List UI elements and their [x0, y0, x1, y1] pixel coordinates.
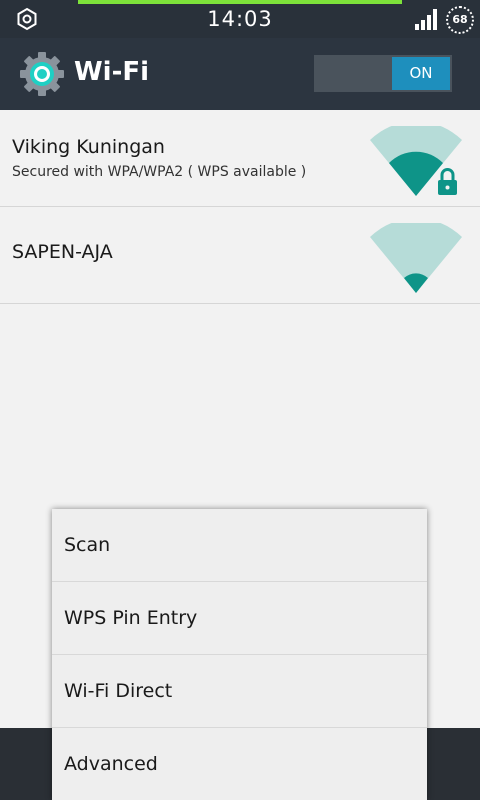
battery-indicator: 68	[446, 6, 474, 34]
menu-item-wifi-direct[interactable]: Wi-Fi Direct	[52, 655, 427, 728]
page-title: Wi-Fi	[74, 57, 150, 87]
status-bar: 14:03 68	[0, 0, 480, 38]
menu-item-wps-pin-entry[interactable]: WPS Pin Entry	[52, 582, 427, 655]
menu-item-advanced[interactable]: Advanced	[52, 728, 427, 800]
status-time: 14:03	[207, 7, 273, 31]
signal-icon	[415, 9, 437, 30]
action-bar: Wi-Fi ON	[0, 38, 480, 110]
wifi-settings-gear-icon	[20, 52, 64, 96]
menu-item-scan[interactable]: Scan	[52, 509, 427, 582]
wifi-signal-icon	[370, 223, 462, 293]
network-item-viking-kuningan[interactable]: Viking Kuningan Secured with WPA/WPA2 ( …	[0, 110, 480, 207]
network-name: SAPEN-AJA	[12, 241, 113, 263]
wifi-signal-locked-icon	[370, 126, 462, 196]
network-item-sapen-aja[interactable]: SAPEN-AJA	[0, 207, 480, 304]
overflow-menu: Scan WPS Pin Entry Wi-Fi Direct Advanced	[52, 509, 427, 800]
wifi-toggle[interactable]: ON	[314, 55, 452, 92]
network-name: Viking Kuningan	[12, 136, 165, 158]
status-progress-bar	[78, 0, 402, 4]
network-status: Secured with WPA/WPA2 ( WPS available )	[12, 164, 307, 180]
network-list: Viking Kuningan Secured with WPA/WPA2 ( …	[0, 110, 480, 304]
toggle-on-label: ON	[392, 57, 450, 90]
